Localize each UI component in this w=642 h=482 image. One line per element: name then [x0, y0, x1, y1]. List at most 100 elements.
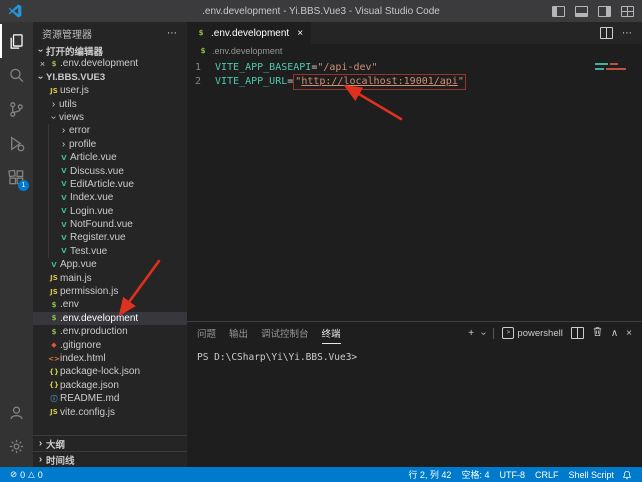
tree-item-Login.vue[interactable]: VLogin.vue — [33, 205, 187, 218]
indent-guide — [48, 138, 58, 151]
file-name: Discuss.vue — [70, 166, 124, 177]
tree-item-App.vue[interactable]: VApp.vue — [33, 258, 187, 271]
vue-file-icon: V — [58, 154, 70, 162]
panel-tab-output[interactable]: 输出 — [229, 322, 248, 344]
split-terminal-icon[interactable] — [571, 327, 584, 339]
tree-item-Discuss.vue[interactable]: VDiscuss.vue — [33, 164, 187, 177]
env-value-link[interactable]: http://localhost:19001/api — [301, 76, 458, 87]
code-line: 1VITE_APP_BASEAPI="/api-dev" — [187, 61, 642, 75]
tree-item-views[interactable]: ›views — [33, 111, 187, 124]
more-actions-icon[interactable]: ⋯ — [622, 28, 633, 39]
tree-item-package.json[interactable]: {}package.json — [33, 379, 187, 392]
chevron-right-icon: › — [35, 438, 46, 449]
file-name: views — [59, 112, 84, 123]
panel-tab-debug-console[interactable]: 调试控制台 — [261, 322, 309, 344]
status-eol[interactable]: CRLF — [531, 470, 563, 480]
tree-item-.env.development[interactable]: $.env.development — [33, 312, 187, 325]
run-debug-icon[interactable] — [0, 126, 33, 160]
tree-item-index.html[interactable]: <>index.html — [33, 352, 187, 365]
file-tree: JSuser.js›utils›views›error›profileVArti… — [33, 84, 187, 419]
tree-item-NotFound.vue[interactable]: VNotFound.vue — [33, 218, 187, 231]
layout-controls — [552, 6, 634, 17]
terminal-profile-select[interactable]: > powershell — [502, 327, 562, 339]
quote: " — [458, 76, 464, 87]
problems-status[interactable]: ⊘ 0 △ 0 — [6, 469, 47, 480]
tree-item-user.js[interactable]: JSuser.js — [33, 84, 187, 97]
close-icon[interactable]: × — [297, 28, 303, 39]
breadcrumb[interactable]: $ .env.development — [187, 44, 642, 58]
close-panel-icon[interactable]: × — [626, 328, 632, 339]
terminal-dropdown-icon[interactable]: › — [478, 331, 489, 334]
indent-guide — [39, 151, 48, 164]
env-variable: VITE_APP_URL — [215, 75, 287, 89]
indent-guide — [39, 312, 48, 325]
explorer-icon[interactable] — [0, 24, 33, 58]
toggle-sidebar-icon[interactable] — [552, 6, 565, 17]
tree-item-.env[interactable]: $.env — [33, 298, 187, 311]
status-encoding[interactable]: UTF-8 — [495, 470, 529, 480]
extensions-icon[interactable]: 1 — [0, 160, 33, 194]
open-editors-label: 打开的编辑器 — [46, 44, 103, 58]
tree-item-Article.vue[interactable]: VArticle.vue — [33, 151, 187, 164]
line-number: 2 — [187, 75, 201, 89]
code-editor[interactable]: 1VITE_APP_BASEAPI="/api-dev" 2 VITE_APP_U… — [187, 58, 642, 321]
tree-item-Register.vue[interactable]: VRegister.vue — [33, 231, 187, 244]
status-indentation[interactable]: 空格: 4 — [457, 468, 493, 481]
tree-item-utils[interactable]: ›utils — [33, 97, 187, 110]
new-terminal-icon[interactable]: + — [468, 328, 474, 339]
more-actions-icon[interactable]: ⋯ — [167, 28, 178, 39]
breadcrumb-file: .env.development — [212, 46, 282, 56]
source-control-icon[interactable] — [0, 92, 33, 126]
status-cursor-position[interactable]: 行 2, 列 42 — [404, 468, 455, 481]
json-file-icon: {} — [48, 381, 60, 389]
open-editors-header[interactable]: › 打开的编辑器 — [33, 44, 187, 57]
editor-actions: ⋯ — [591, 22, 642, 44]
tree-item-package-lock.json[interactable]: {}package-lock.json — [33, 365, 187, 378]
status-language-mode[interactable]: Shell Script — [564, 470, 618, 480]
open-editor-item[interactable]: × $ .env.development — [33, 57, 187, 70]
minimap[interactable] — [595, 63, 637, 70]
env-file-icon: $ — [48, 328, 60, 336]
timeline-header[interactable]: › 时间线 — [33, 451, 187, 467]
env-file-icon: $ — [48, 314, 60, 322]
panel-tab-problems[interactable]: 问题 — [197, 322, 216, 344]
maximize-panel-icon[interactable]: ∧ — [611, 328, 618, 339]
settings-gear-icon[interactable] — [0, 429, 33, 463]
tree-item-README.md[interactable]: ⓘREADME.md — [33, 392, 187, 405]
editor-tab-bar: $ .env.development × ⋯ — [187, 22, 642, 44]
outline-header[interactable]: › 大纲 — [33, 435, 187, 451]
toggle-secondary-sidebar-icon[interactable] — [598, 6, 611, 17]
kill-terminal-icon[interactable] — [592, 326, 603, 340]
customize-layout-icon[interactable] — [621, 6, 634, 17]
js-file-icon: JS — [48, 274, 60, 282]
panel-tab-terminal[interactable]: 终端 — [322, 322, 341, 344]
tree-item-error[interactable]: ›error — [33, 124, 187, 137]
account-icon[interactable] — [0, 395, 33, 429]
indent-guide — [48, 151, 58, 164]
file-name: .env.development — [60, 313, 138, 324]
tree-item-Index.vue[interactable]: VIndex.vue — [33, 191, 187, 204]
chevron-down-icon: › — [48, 112, 59, 123]
indent-guide — [39, 218, 48, 231]
tree-item-profile[interactable]: ›profile — [33, 138, 187, 151]
tree-item-permission.js[interactable]: JSpermission.js — [33, 285, 187, 298]
project-root-header[interactable]: › YI.BBS.VUE3 — [33, 70, 187, 84]
tree-item-.env.production[interactable]: $.env.production — [33, 325, 187, 338]
terminal-content[interactable]: PS D:\CSharp\Yi\Yi.BBS.Vue3> — [187, 344, 642, 467]
vue-file-icon: V — [58, 194, 70, 202]
tree-item-Test.vue[interactable]: VTest.vue — [33, 245, 187, 258]
toggle-panel-icon[interactable] — [575, 6, 588, 17]
tree-item-vite.config.js[interactable]: JSvite.config.js — [33, 405, 187, 418]
close-icon[interactable]: × — [37, 59, 48, 69]
notifications-bell-icon[interactable] — [618, 470, 636, 480]
tab-env-development[interactable]: $ .env.development × — [187, 22, 311, 44]
title-bar: .env.development - Yi.BBS.Vue3 - Visual … — [0, 0, 642, 22]
tree-item-EditArticle.vue[interactable]: VEditArticle.vue — [33, 178, 187, 191]
minimap-line — [595, 63, 637, 65]
split-editor-icon[interactable] — [600, 27, 613, 39]
indent-guide — [39, 285, 48, 298]
indent-guide — [39, 245, 48, 258]
search-icon[interactable] — [0, 58, 33, 92]
tree-item-main.js[interactable]: JSmain.js — [33, 271, 187, 284]
tree-item-.gitignore[interactable]: ◆.gitignore — [33, 338, 187, 351]
